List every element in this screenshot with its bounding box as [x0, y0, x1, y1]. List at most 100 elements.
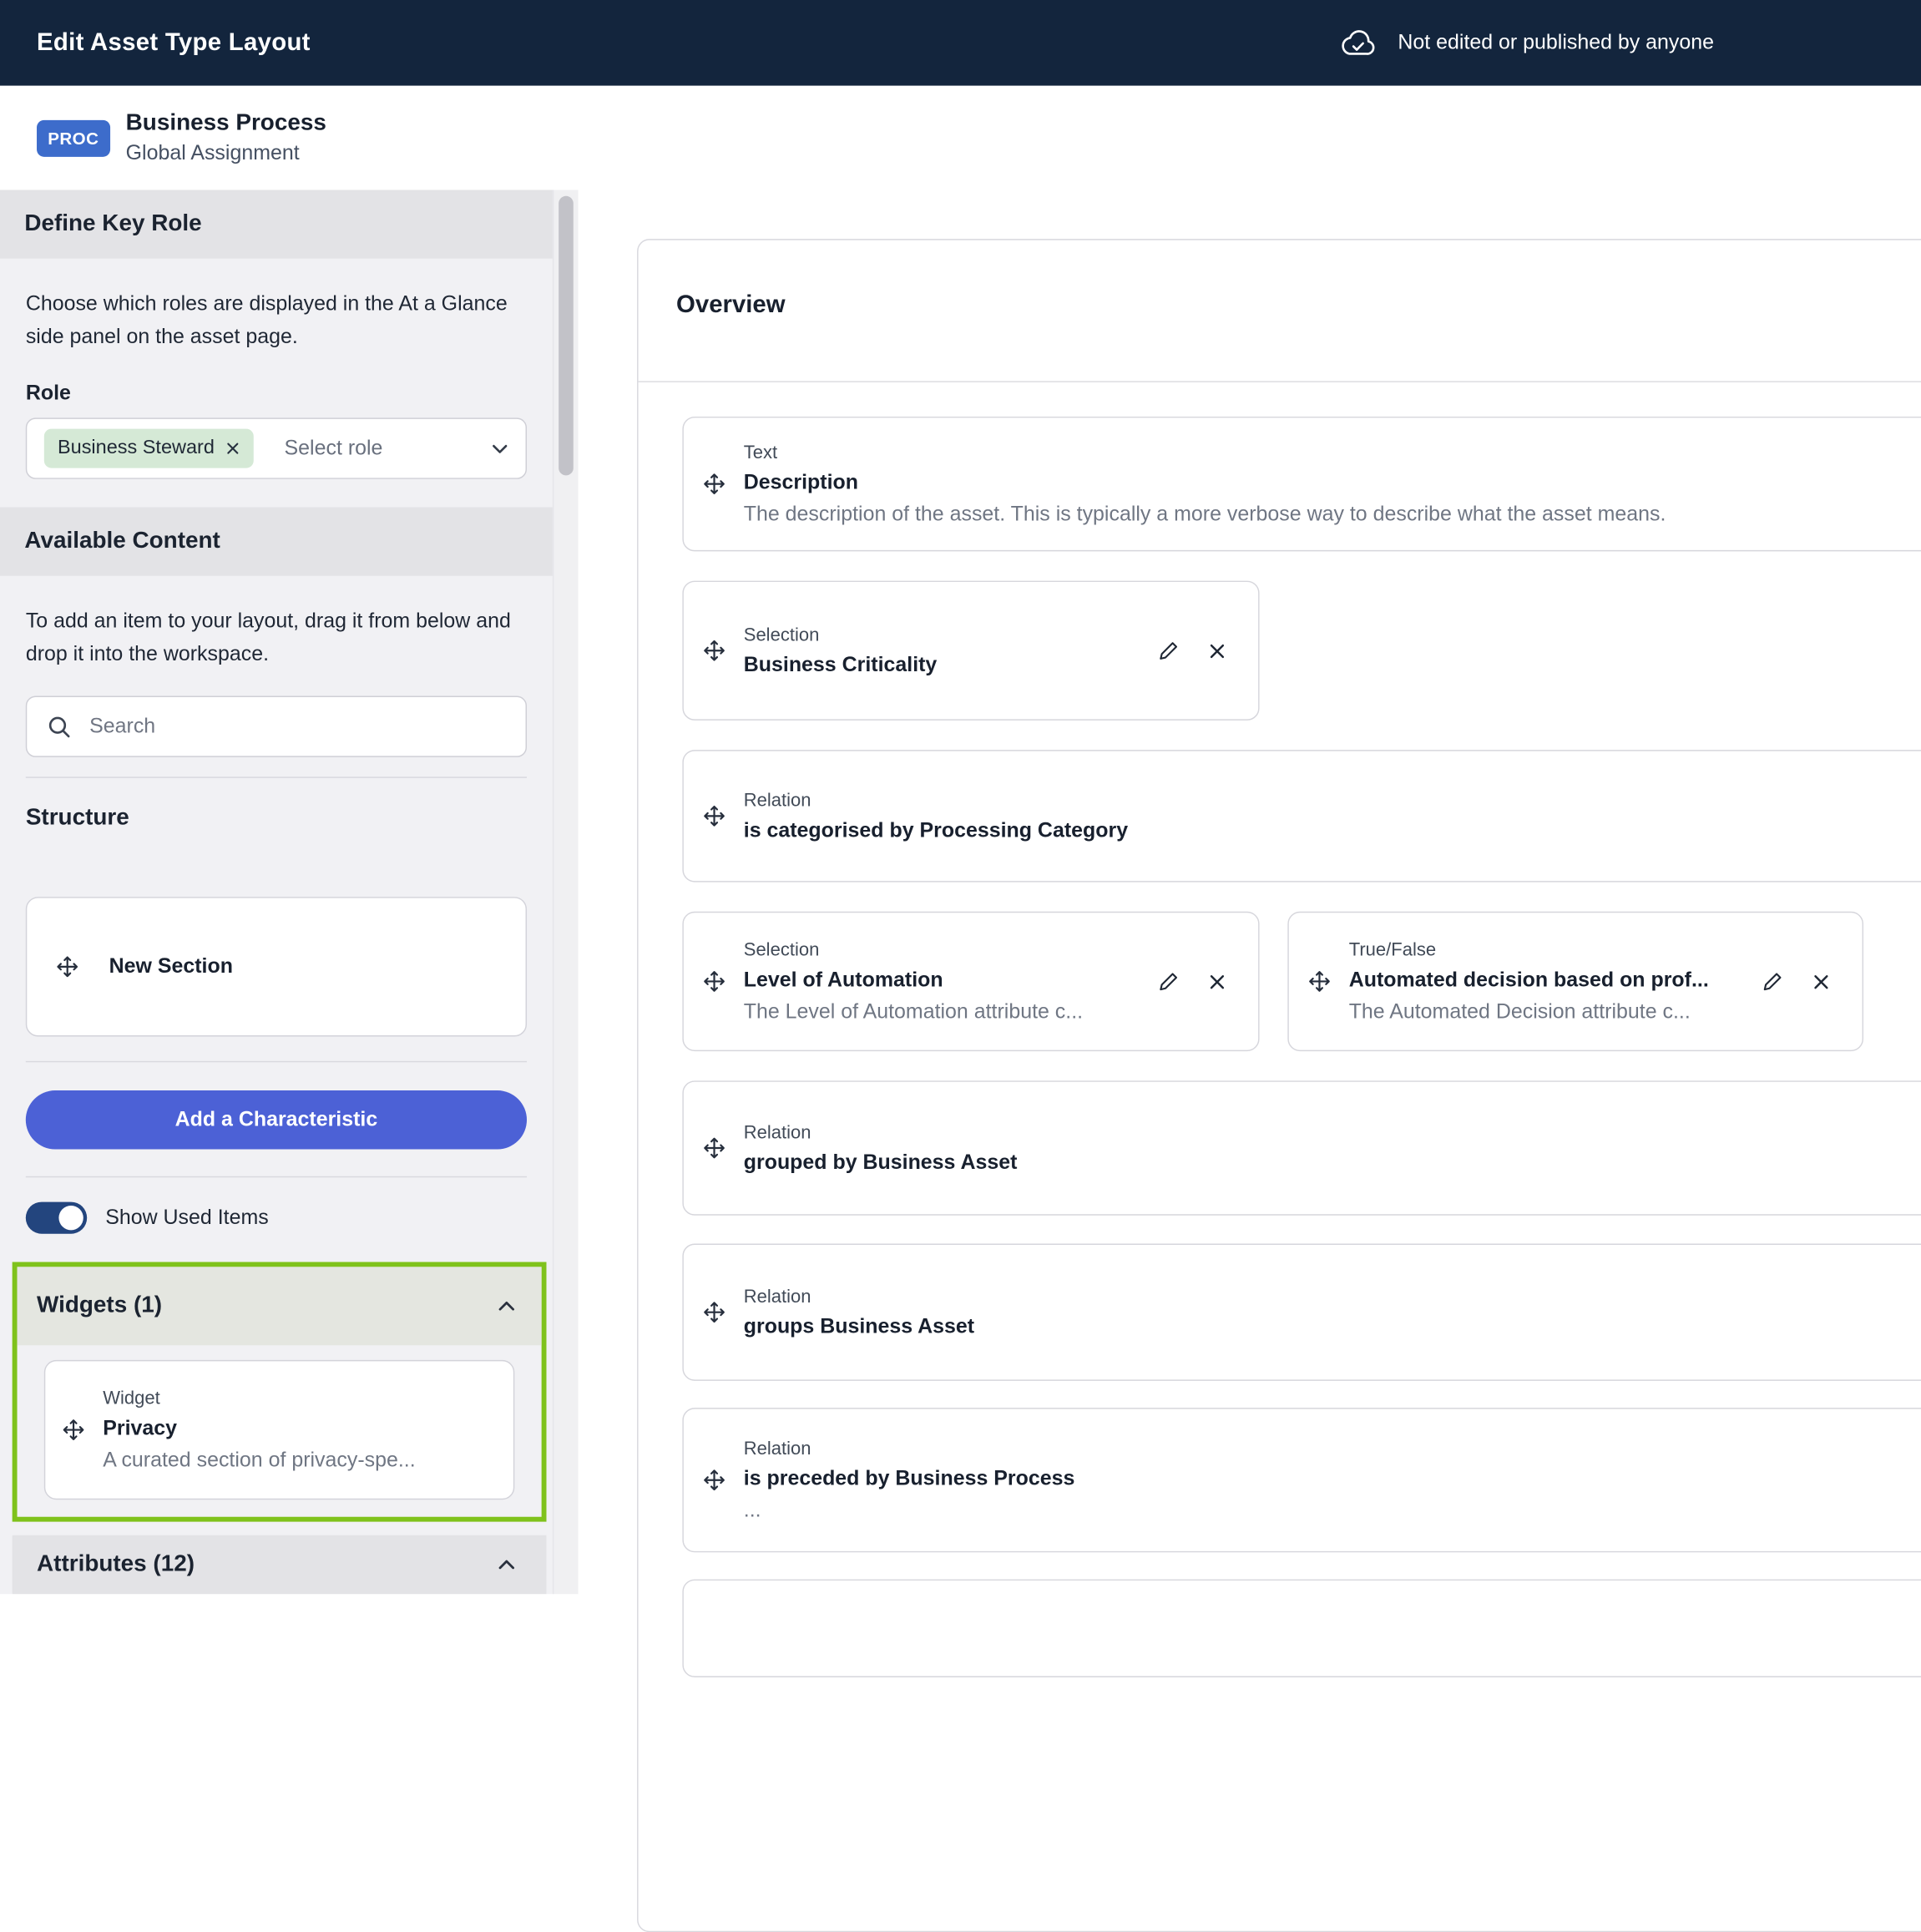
move-icon[interactable]	[702, 969, 726, 994]
sidebar-scrollbar[interactable]	[553, 190, 579, 1594]
characteristic-card-preceded-by: Relation is preceded by Business Process…	[682, 1408, 1921, 1552]
search-input[interactable]	[87, 713, 506, 740]
characteristic-title: grouped by Business Asset	[744, 1150, 1018, 1174]
content-area: Define Key Role Choose which roles are d…	[0, 190, 1921, 1594]
characteristic-type-label: Selection	[744, 625, 938, 645]
characteristic-card-business-criticality: Selection Business Criticality	[682, 581, 1259, 721]
sidebar: Define Key Role Choose which roles are d…	[0, 190, 553, 1594]
asset-meta: Business Process Global Assignment	[126, 110, 326, 165]
structure-heading: Structure	[26, 805, 129, 832]
characteristic-type-label: Relation	[744, 1121, 1018, 1142]
characteristic-title: is preceded by Business Process	[744, 1466, 1075, 1490]
move-icon[interactable]	[702, 472, 726, 496]
attributes-heading: Attributes (12)	[37, 1551, 195, 1578]
search-box[interactable]	[26, 696, 527, 757]
characteristic-title: Description	[744, 470, 1666, 494]
attributes-section-header[interactable]: Attributes (12)	[13, 1535, 547, 1594]
role-select[interactable]: Business Steward Select role	[26, 417, 527, 478]
chevron-up-icon[interactable]	[496, 1554, 517, 1575]
characteristic-title: Automated decision based on prof...	[1349, 968, 1709, 992]
characteristic-type-label: Selection	[744, 939, 1083, 960]
toggle-knob	[58, 1206, 83, 1230]
top-header: Edit Asset Type Layout Not edited or pub…	[0, 0, 1921, 86]
characteristic-card-groups: Relation groups Business Asset	[682, 1243, 1921, 1380]
divider	[26, 1061, 527, 1062]
edit-icon[interactable]	[1158, 970, 1180, 992]
new-section-label: New Section	[109, 954, 233, 979]
section-header-available-content: Available Content	[0, 508, 553, 576]
divider	[26, 776, 527, 777]
publish-status-text: Not edited or published by anyone	[1398, 31, 1714, 55]
edit-icon[interactable]	[1158, 640, 1180, 661]
remove-role-icon[interactable]	[225, 441, 240, 456]
asset-assignment: Global Assignment	[126, 141, 326, 165]
move-icon[interactable]	[702, 1468, 726, 1492]
remove-icon[interactable]	[1208, 641, 1226, 660]
move-icon[interactable]	[1307, 969, 1332, 994]
remove-icon[interactable]	[1812, 972, 1830, 990]
characteristic-type-label: True/False	[1349, 939, 1709, 960]
characteristic-type-label: Relation	[744, 1286, 974, 1307]
edit-asset-type-layout-screen: Edit Asset Type Layout Not edited or pub…	[0, 0, 1921, 1594]
asset-subheader: PROC Business Process Global Assignment	[0, 86, 1921, 190]
overview-section-title: Overview	[676, 291, 786, 320]
remove-icon[interactable]	[1208, 972, 1226, 990]
characteristic-description: The Automated Decision attribute c...	[1349, 999, 1709, 1024]
characteristic-title: groups Business Asset	[744, 1314, 974, 1338]
move-icon[interactable]	[702, 804, 726, 828]
edit-icon[interactable]	[1762, 970, 1783, 992]
publish-status: Not edited or published by anyone	[1339, 0, 1714, 86]
add-characteristic-button[interactable]: Add a Characteristic	[26, 1090, 527, 1149]
show-used-items-toggle[interactable]	[26, 1202, 87, 1234]
asset-type-badge: PROC	[37, 119, 110, 156]
divider	[26, 1176, 527, 1177]
move-icon[interactable]	[702, 639, 726, 663]
role-chip-label: Business Steward	[58, 437, 215, 459]
chevron-down-icon[interactable]	[490, 438, 509, 458]
move-icon[interactable]	[702, 1135, 726, 1160]
widgets-highlight-box: Widgets (1) Widget Privacy A curated	[13, 1262, 547, 1522]
scrollbar-thumb[interactable]	[559, 196, 574, 476]
widgets-section-header[interactable]: Widgets (1)	[18, 1267, 542, 1345]
widget-description: A curated section of privacy-spe...	[103, 1448, 415, 1472]
search-icon	[47, 715, 71, 739]
new-section-item[interactable]: New Section	[26, 897, 527, 1036]
show-used-items-row: Show Used Items	[26, 1202, 269, 1234]
characteristic-card-categorised-by: Relation is categorised by Processing Ca…	[682, 750, 1921, 882]
layout-workspace: Overview Text Description The descriptio…	[579, 190, 1921, 1594]
widgets-heading: Widgets (1)	[37, 1292, 162, 1319]
characteristic-card-automated-decision: True/False Automated decision based on p…	[1287, 912, 1863, 1051]
characteristic-card-partial	[682, 1580, 1921, 1677]
characteristic-type-label: Relation	[744, 1438, 1075, 1459]
page-title: Edit Asset Type Layout	[37, 28, 311, 57]
characteristic-title: Business Criticality	[744, 652, 938, 676]
characteristic-type-label: Text	[744, 442, 1666, 463]
section-header-define-key-role: Define Key Role	[0, 190, 553, 258]
characteristic-title: Level of Automation	[744, 968, 1083, 992]
characteristic-card-level-of-automation: Selection Level of Automation The Level …	[682, 912, 1259, 1051]
widget-title: Privacy	[103, 1416, 415, 1440]
role-placeholder: Select role	[285, 436, 383, 460]
overview-section: Overview Text Description The descriptio…	[637, 239, 1921, 1932]
asset-name: Business Process	[126, 110, 326, 137]
chevron-up-icon[interactable]	[496, 1296, 517, 1317]
cloud-check-icon	[1339, 28, 1377, 58]
characteristic-title: is categorised by Processing Category	[744, 818, 1128, 842]
role-label: Role	[26, 381, 71, 405]
widget-type-label: Widget	[103, 1388, 415, 1409]
move-icon[interactable]	[61, 1418, 85, 1442]
move-icon[interactable]	[55, 954, 79, 979]
characteristic-description: The description of the asset. This is ty…	[744, 502, 1666, 526]
move-icon[interactable]	[702, 1300, 726, 1324]
show-used-items-label: Show Used Items	[105, 1206, 269, 1230]
characteristic-description: ...	[744, 1498, 1075, 1522]
characteristic-description: The Level of Automation attribute c...	[744, 999, 1083, 1024]
available-content-description: To add an item to your layout, drag it f…	[26, 604, 523, 670]
widget-body: Widget Privacy A curated section of priv…	[103, 1388, 415, 1472]
widget-item-privacy[interactable]: Widget Privacy A curated section of priv…	[44, 1360, 515, 1500]
role-chip: Business Steward	[44, 429, 254, 468]
characteristic-type-label: Relation	[744, 790, 1128, 811]
divider	[639, 381, 1921, 382]
characteristic-card-description: Text Description The description of the …	[682, 417, 1921, 551]
define-key-role-description: Choose which roles are displayed in the …	[26, 286, 523, 352]
